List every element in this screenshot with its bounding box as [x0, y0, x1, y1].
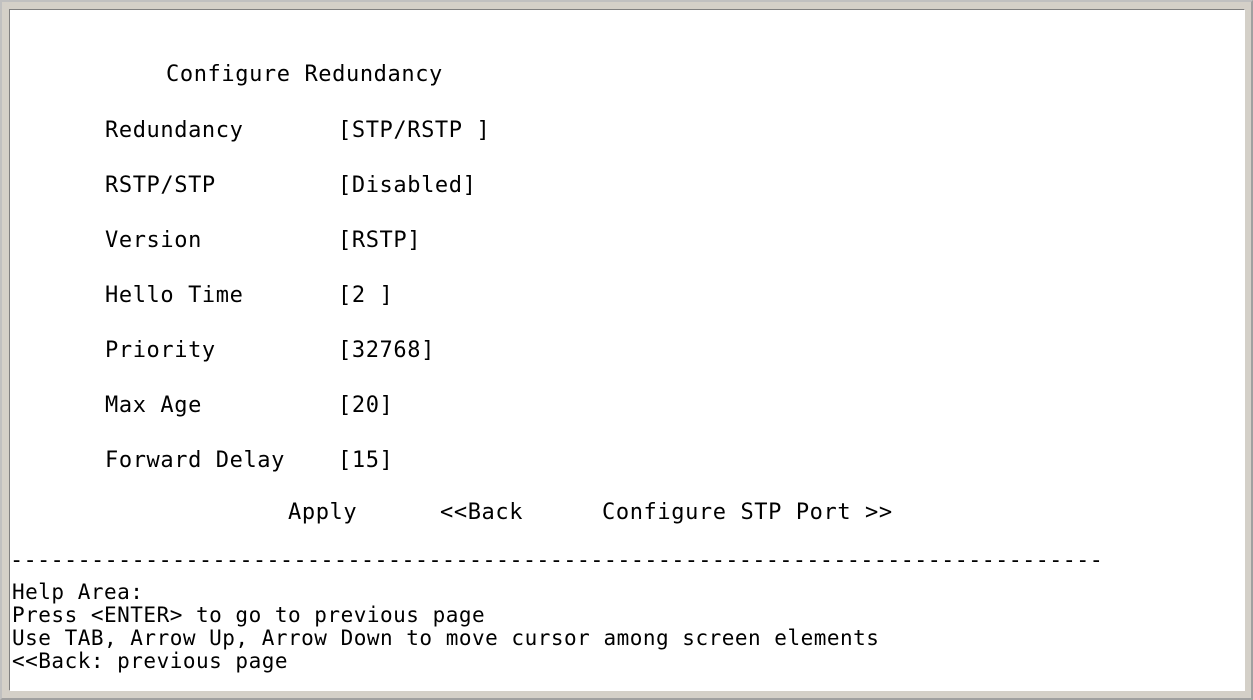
max-age-field[interactable]: [20] [338, 393, 393, 419]
forward-delay-field[interactable]: [15] [338, 448, 393, 474]
forward-delay-label: Forward Delay [105, 448, 285, 473]
version-field[interactable]: [RSTP] [338, 228, 421, 254]
redundancy-label: Redundancy [105, 118, 244, 143]
help-area-title: Help Area: [12, 580, 144, 604]
apply-button[interactable]: Apply [288, 500, 357, 526]
help-line-enter: Press <ENTER> to go to previous page [12, 603, 486, 627]
version-label: Version [105, 228, 202, 253]
rstp-stp-label: RSTP/STP [105, 173, 216, 198]
page-title: Configure Redundancy [166, 62, 443, 87]
priority-label: Priority [105, 338, 216, 363]
terminal-screen: Configure Redundancy Redundancy [STP/RST… [9, 9, 1245, 691]
redundancy-field[interactable]: [STP/RSTP ] [338, 118, 490, 144]
rstp-stp-field[interactable]: [Disabled] [338, 173, 476, 199]
priority-field[interactable]: [32768] [338, 338, 435, 364]
help-line-back: <<Back: previous page [12, 649, 289, 673]
terminal-window-frame: Configure Redundancy Redundancy [STP/RST… [0, 0, 1253, 700]
divider-line: ----------------------------------------… [10, 548, 1104, 573]
max-age-label: Max Age [105, 393, 202, 418]
configure-stp-port-button[interactable]: Configure STP Port >> [602, 500, 893, 526]
hello-time-field[interactable]: [2 ] [338, 283, 393, 309]
hello-time-label: Hello Time [105, 283, 244, 308]
back-button[interactable]: <<Back [440, 500, 523, 526]
help-line-navigation: Use TAB, Arrow Up, Arrow Down to move cu… [12, 626, 880, 650]
